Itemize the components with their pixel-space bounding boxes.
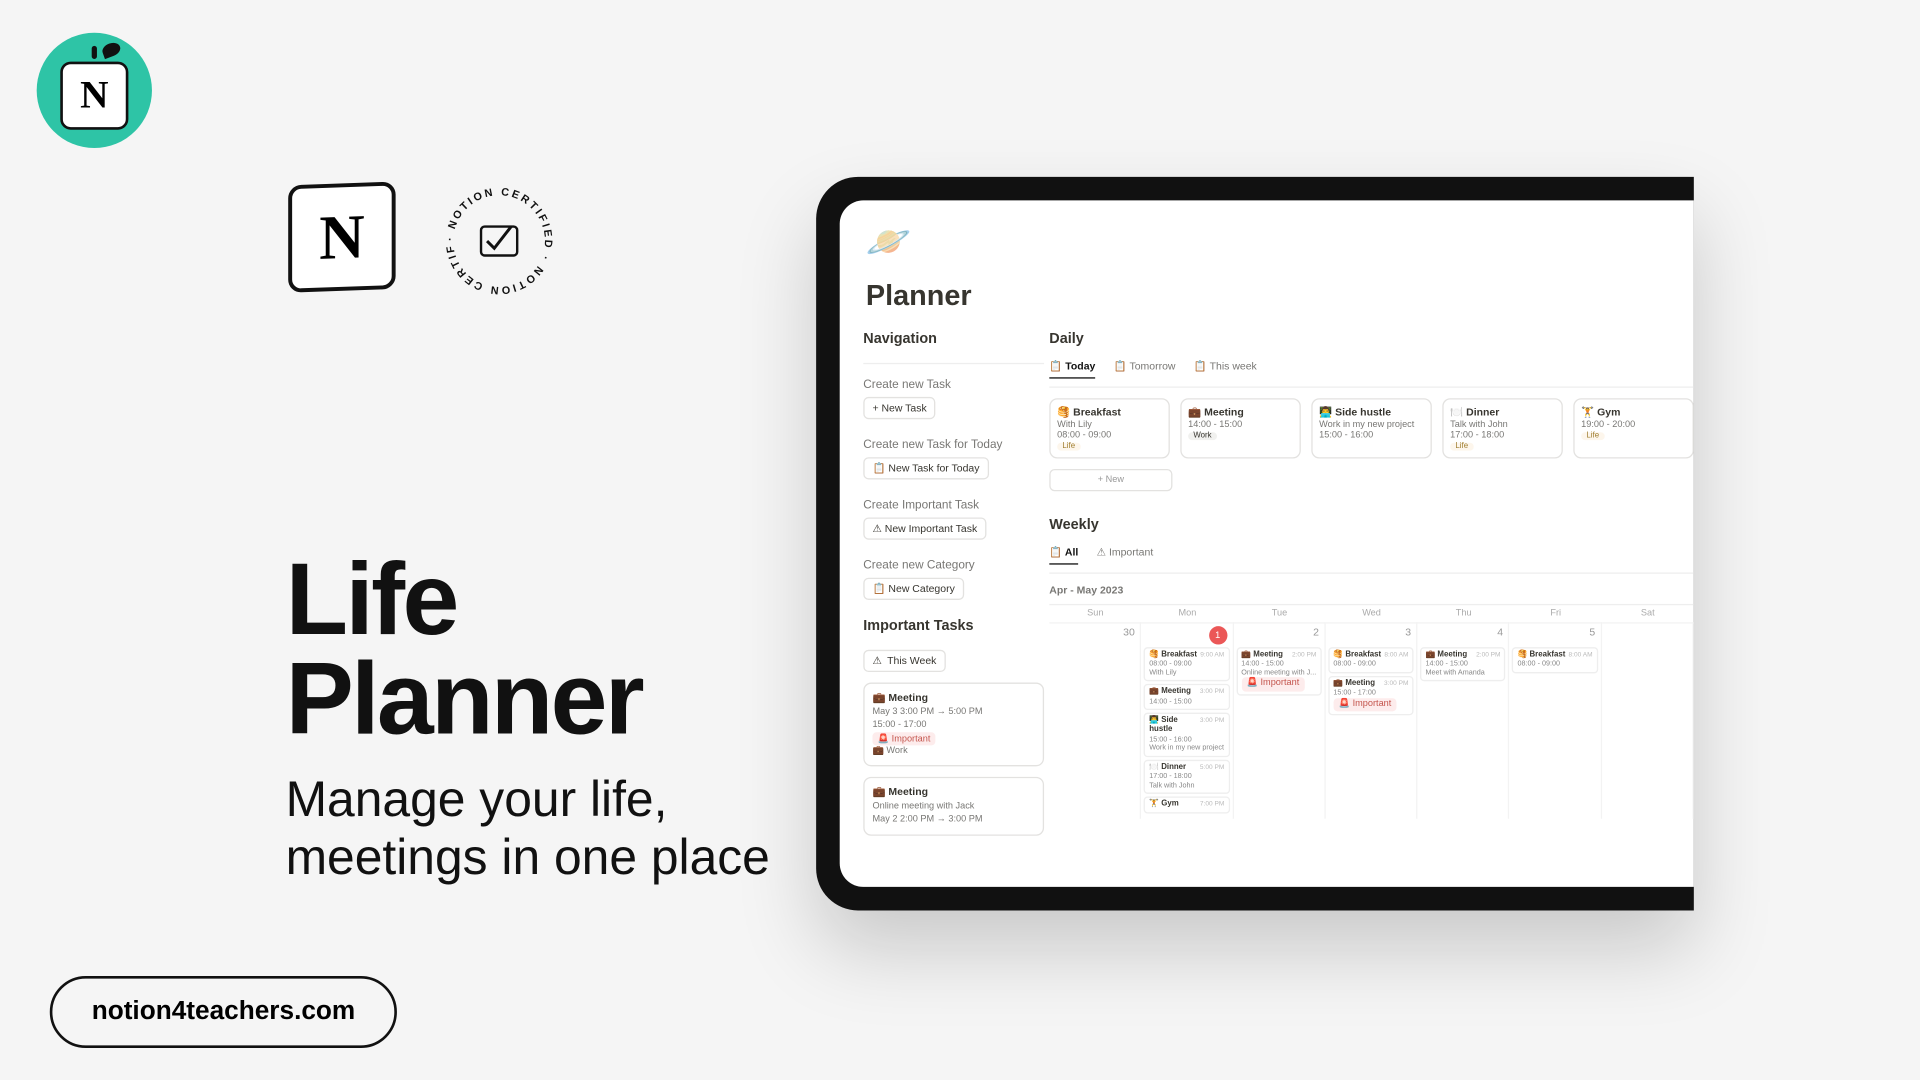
nav-section-label: Create new Task for Today (863, 438, 1044, 451)
calendar-cell[interactable] (1602, 622, 1694, 819)
calendar-event[interactable]: 3:00 PM👨‍💻 Side hustle 15:00 - 16:00 Wor… (1144, 713, 1230, 757)
calendar-event[interactable]: 9:00 AM🥞 Breakfast 08:00 - 09:00 With Li… (1144, 647, 1230, 682)
important-task-card[interactable]: 💼 Meeting May 3 3:00 PM → 5:00 PM 15:00 … (863, 683, 1044, 767)
nav-button-2[interactable]: ⚠ New Important Task (863, 517, 986, 539)
tab-today[interactable]: 📋 Today (1049, 360, 1095, 378)
calendar-event[interactable]: 5:00 PM🍽️ Dinner 17:00 - 18:00 Talk with… (1144, 759, 1230, 794)
calendar-event[interactable]: 7:00 PM🏋️ Gym (1144, 797, 1230, 814)
dow-header: Sun (1049, 605, 1141, 622)
dow-header: Thu (1418, 605, 1510, 622)
page-title: Planner (866, 279, 972, 313)
nav-section-label: Create new Task (863, 377, 1044, 390)
nav-heading: Navigation (863, 331, 1044, 347)
notion-logo: N (288, 182, 395, 293)
calendar-cell[interactable]: 4 2:00 PM💼 Meeting 14:00 - 15:00 Meet wi… (1418, 622, 1510, 819)
calendar-cell[interactable]: 1 9:00 AM🥞 Breakfast 08:00 - 09:00 With … (1141, 622, 1233, 819)
nav-section-label: Create new Category (863, 558, 1044, 571)
nav-button-3[interactable]: 📋 New Category (863, 578, 964, 600)
daily-card[interactable]: 🏋️ Gym 19:00 - 20:00 Life (1573, 398, 1694, 458)
calendar-cell[interactable]: 3 8:00 AM🥞 Breakfast 08:00 - 09:00 3:00 … (1326, 622, 1418, 819)
month-label: Apr - May 2023 (1049, 584, 1694, 596)
dow-header: Wed (1326, 605, 1418, 622)
daily-card[interactable]: 🥞 Breakfast With Lily 08:00 - 09:00 Life (1049, 398, 1170, 458)
brand-logo: N (37, 33, 152, 148)
calendar-cell[interactable]: 30 (1049, 622, 1141, 819)
device-frame: 🪐 Planner Navigation Create new Task + N… (816, 177, 1694, 911)
daily-card[interactable]: 🍽️ Dinner Talk with John 17:00 - 18:00 L… (1442, 398, 1563, 458)
hero-title: Life Planner (286, 550, 642, 748)
nav-button-0[interactable]: + New Task (863, 397, 936, 419)
dow-header: Sat (1602, 605, 1694, 622)
weekly-tab-all[interactable]: 📋 All (1049, 546, 1078, 564)
notion-certified-badge: · NOTION CERTIFIED · NOTION CERTIFIED (439, 181, 560, 302)
important-task-card[interactable]: 💼 Meeting Online meeting with Jack May 2… (863, 777, 1044, 835)
svg-text:· NOTION CERTIFIED · NOTION CE: · NOTION CERTIFIED · NOTION CERTIFIED (439, 181, 554, 296)
tab-tomorrow[interactable]: 📋 Tomorrow (1114, 360, 1176, 378)
brand-logo-letter: N (60, 62, 128, 130)
calendar-cell[interactable]: 5 8:00 AM🥞 Breakfast 08:00 - 09:00 (1510, 622, 1602, 819)
weekly-heading: Weekly (1049, 517, 1694, 533)
important-heading: Important Tasks (863, 618, 1044, 634)
site-url-pill[interactable]: notion4teachers.com (50, 976, 397, 1048)
calendar-event[interactable]: 8:00 AM🥞 Breakfast 08:00 - 09:00 (1512, 647, 1598, 673)
app-screen: 🪐 Planner Navigation Create new Task + N… (840, 200, 1694, 886)
dow-header: Fri (1510, 605, 1602, 622)
calendar-event[interactable]: 2:00 PM💼 Meeting 14:00 - 15:00 Online me… (1236, 647, 1322, 695)
new-task-button[interactable]: + New (1049, 469, 1172, 491)
hero-subtitle: Manage your life, meetings in one place (286, 773, 770, 887)
dow-header: Mon (1141, 605, 1233, 622)
weekly-tab-important[interactable]: ⚠ Important (1097, 546, 1154, 564)
dow-header: Tue (1233, 605, 1325, 622)
calendar-event[interactable]: 8:00 AM🥞 Breakfast 08:00 - 09:00 (1328, 647, 1414, 673)
planet-icon: 🪐 (866, 220, 912, 263)
daily-heading: Daily (1049, 331, 1694, 347)
nav-section-label: Create Important Task (863, 498, 1044, 511)
important-thisweek-tab[interactable]: ⚠ This Week (863, 650, 945, 672)
calendar-event[interactable]: 3:00 PM💼 Meeting 15:00 - 17:00 🚨 Importa… (1328, 676, 1414, 716)
daily-card[interactable]: 💼 Meeting 14:00 - 15:00 Work (1180, 398, 1301, 458)
daily-card[interactable]: 👨‍💻 Side hustle Work in my new project 1… (1311, 398, 1432, 458)
calendar-event[interactable]: 3:00 PM💼 Meeting 14:00 - 15:00 (1144, 684, 1230, 710)
daily-tabs: 📋 Today 📋 Tomorrow 📋 This week (1049, 360, 1694, 378)
nav-button-1[interactable]: 📋 New Task for Today (863, 457, 988, 479)
tab-thisweek[interactable]: 📋 This week (1194, 360, 1257, 378)
calendar-event[interactable]: 2:00 PM💼 Meeting 14:00 - 15:00 Meet with… (1420, 647, 1506, 682)
calendar-cell[interactable]: 2 2:00 PM💼 Meeting 14:00 - 15:00 Online … (1233, 622, 1325, 819)
